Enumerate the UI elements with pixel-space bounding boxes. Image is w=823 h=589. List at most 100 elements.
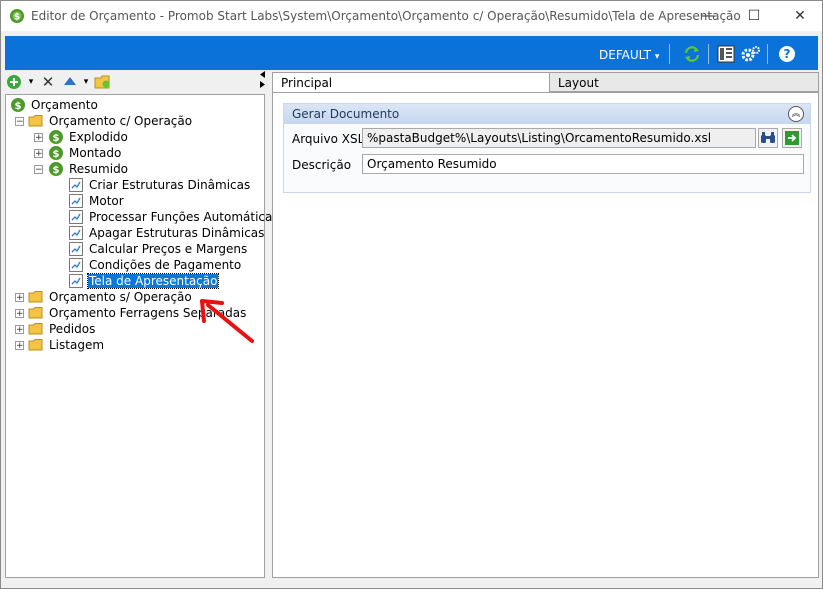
maximize-icon: ☐	[747, 8, 761, 24]
tree-node-label: Explodido	[69, 130, 128, 144]
refresh-icon	[684, 46, 700, 62]
tree-node-calcular-precos[interactable]: Calcular Preços e Margens	[68, 241, 248, 257]
close-button[interactable]: ✕	[777, 1, 823, 31]
move-up-button[interactable]	[62, 74, 78, 90]
tree-node-label-selected: Tela de Apresentação	[86, 273, 220, 289]
browse-button[interactable]	[758, 128, 778, 148]
tree-panel: ▾ ✕ ▾ $ Orçamento − Orçamento c/ Operaçã…	[5, 72, 279, 578]
tab-layout[interactable]: Layout	[550, 72, 819, 92]
expand-toggle[interactable]: +	[34, 133, 43, 143]
add-button[interactable]	[6, 74, 22, 90]
script-icon	[69, 258, 83, 272]
go-arrow-icon	[785, 131, 799, 145]
gerar-documento-group: Gerar Documento ︽ Arquivo XSL %pastaBudg…	[283, 103, 811, 193]
svg-text:$: $	[53, 133, 60, 144]
main-toolbar: DEFAULT ▾ ?	[5, 36, 818, 70]
tree-node-root[interactable]: $ Orçamento	[10, 97, 99, 113]
close-icon: ✕	[794, 8, 806, 24]
panel-layout-icon	[717, 45, 735, 63]
script-icon	[69, 178, 83, 192]
tree-toolbar: ▾ ✕ ▾	[5, 72, 265, 92]
svg-text:$: $	[53, 165, 60, 176]
expand-toggle[interactable]: +	[15, 293, 24, 303]
tree-node-orcamento-com-operacao[interactable]: Orçamento c/ Operação	[28, 113, 193, 129]
delete-button[interactable]: ✕	[40, 73, 56, 91]
descricao-field[interactable]: Orçamento Resumido	[362, 154, 804, 174]
tree-node-label: Orçamento c/ Operação	[49, 114, 193, 128]
arrow-up-icon	[64, 77, 76, 85]
panel-splitter[interactable]	[257, 70, 269, 90]
tree-node-label: Montado	[69, 146, 122, 160]
expand-toggle[interactable]: +	[15, 325, 24, 335]
folder-icon	[28, 307, 43, 319]
minimize-button[interactable]: —	[685, 1, 731, 31]
expand-toggle[interactable]: +	[34, 149, 43, 159]
svg-text:$: $	[14, 13, 20, 23]
tab-principal[interactable]: Principal	[272, 72, 550, 92]
svg-text:$: $	[15, 101, 22, 112]
profile-label: DEFAULT	[599, 48, 651, 62]
tree-node-label: Criar Estruturas Dinâmicas	[89, 178, 251, 192]
tree-node-motor[interactable]: Motor	[68, 193, 125, 209]
folder-open-icon	[28, 115, 43, 127]
tree-node-label: Orçamento s/ Operação	[49, 290, 192, 304]
delete-icon: ✕	[41, 73, 55, 91]
money-icon: $	[49, 146, 63, 160]
svg-text:$: $	[53, 149, 60, 160]
chevron-down-icon: ▾	[654, 52, 660, 62]
tree-node-processar-funcoes[interactable]: Processar Funções Automáticas	[68, 209, 280, 225]
refresh-button[interactable]	[682, 44, 702, 64]
tree-node-label: Apagar Estruturas Dinâmicas	[89, 226, 265, 240]
app-window: $ Editor de Orçamento - Promob Start Lab…	[0, 0, 823, 589]
toolbar-divider	[708, 44, 709, 64]
toolbar-divider	[767, 44, 768, 64]
folder-icon	[28, 339, 43, 351]
tree-node-orcamento-sem-operacao[interactable]: Orçamento s/ Operação	[28, 289, 193, 305]
window-title: Editor de Orçamento - Promob Start Labs\…	[31, 9, 741, 23]
profile-dropdown[interactable]: DEFAULT ▾	[599, 48, 659, 62]
arquivo-xsl-field[interactable]: %pastaBudget%\Layouts\Listing\OrcamentoR…	[362, 128, 756, 148]
expand-toggle[interactable]: +	[15, 341, 24, 351]
tree-node-label: Pedidos	[49, 322, 96, 336]
move-dropdown[interactable]: ▾	[82, 74, 90, 90]
arquivo-xsl-value: %pastaBudget%\Layouts\Listing\OrcamentoR…	[367, 131, 712, 145]
double-chevron-up-icon: ︽	[791, 109, 801, 119]
collapse-group-button[interactable]: ︽	[788, 106, 804, 122]
settings-button[interactable]	[741, 44, 761, 64]
tree-node-listagem[interactable]: Listagem	[28, 337, 105, 353]
binoculars-icon	[761, 132, 775, 143]
folder-refresh-icon	[94, 75, 110, 89]
splitter-arrows-icon	[260, 71, 265, 88]
help-button[interactable]: ?	[777, 44, 797, 64]
gears-icon	[741, 46, 760, 62]
tree-node-apagar-estruturas[interactable]: Apagar Estruturas Dinâmicas	[68, 225, 265, 241]
layout-view-button[interactable]	[716, 44, 736, 64]
money-icon: $	[49, 162, 63, 176]
open-folder-button[interactable]	[94, 74, 112, 90]
expand-toggle[interactable]: +	[15, 309, 24, 319]
add-dropdown[interactable]: ▾	[27, 74, 35, 90]
budget-tree: $ Orçamento − Orçamento c/ Operação + $ …	[5, 94, 279, 578]
tab-strip: Principal Layout	[272, 72, 819, 92]
descricao-label: Descrição	[292, 158, 352, 172]
tree-node-condicoes-pagamento[interactable]: Condições de Pagamento	[68, 257, 242, 273]
minimize-icon: —	[701, 8, 715, 24]
collapse-toggle[interactable]: −	[34, 165, 43, 175]
tree-node-explodido[interactable]: $ Explodido	[48, 129, 129, 145]
help-icon: ?	[779, 46, 795, 62]
folder-icon	[28, 323, 43, 335]
tree-node-pedidos[interactable]: Pedidos	[28, 321, 96, 337]
group-title: Gerar Documento	[292, 107, 400, 121]
collapse-toggle[interactable]: −	[15, 117, 24, 127]
open-file-button[interactable]	[782, 128, 802, 148]
script-icon	[69, 210, 83, 224]
tree-node-label: Condições de Pagamento	[89, 258, 242, 272]
tree-node-label: Calcular Preços e Margens	[89, 242, 248, 256]
tree-node-criar-estruturas[interactable]: Criar Estruturas Dinâmicas	[68, 177, 251, 193]
maximize-button[interactable]: ☐	[731, 1, 777, 31]
money-icon: $	[49, 130, 63, 144]
tree-node-resumido[interactable]: $ Resumido	[48, 161, 129, 177]
tree-node-montado[interactable]: $ Montado	[48, 145, 122, 161]
tree-node-tela-apresentacao[interactable]: Tela de Apresentação	[68, 273, 220, 289]
title-bar: $ Editor de Orçamento - Promob Start Lab…	[1, 1, 822, 31]
